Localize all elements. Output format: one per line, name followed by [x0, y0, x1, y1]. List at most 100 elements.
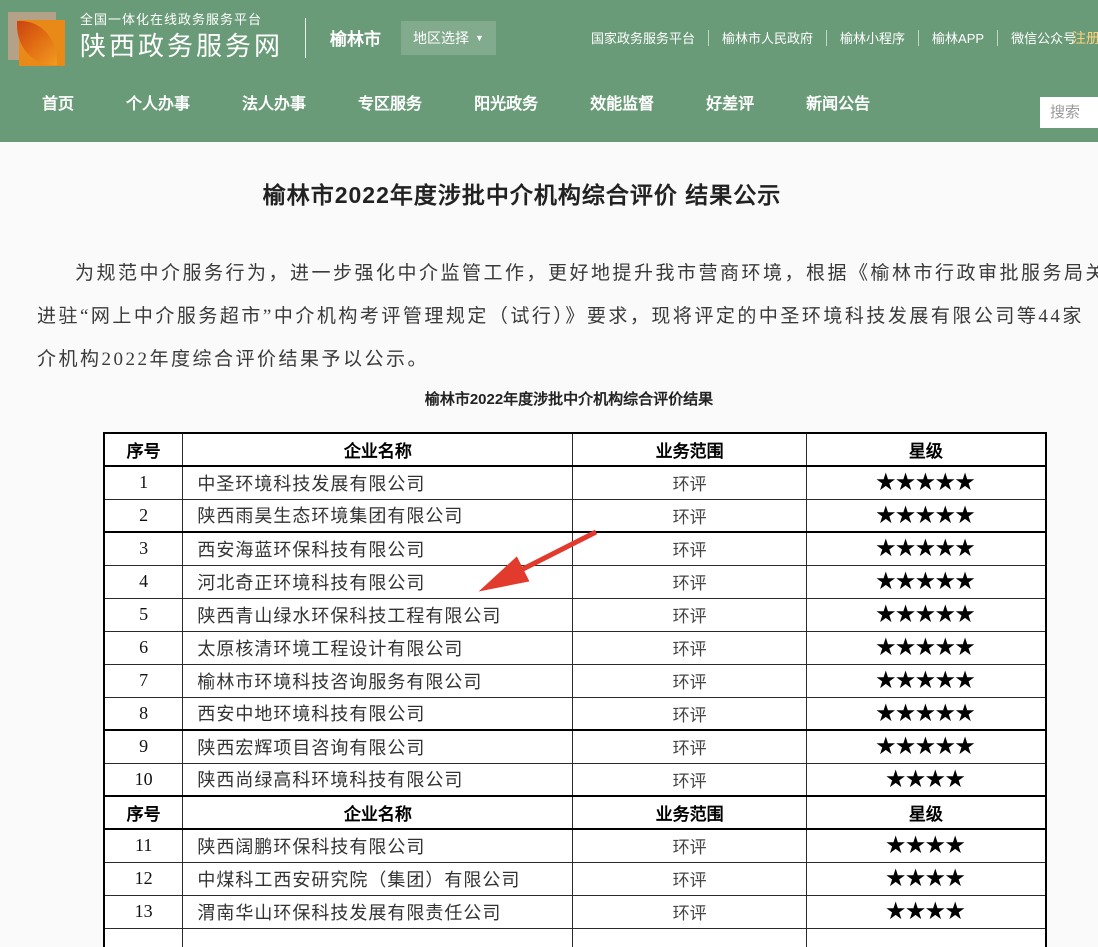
nav-item-首页[interactable]: 首页	[42, 90, 74, 114]
cell-name: 陕西雨昊生态环境集团有限公司	[183, 499, 573, 532]
cell-scope: 环评	[573, 532, 806, 565]
cell-scope	[573, 928, 806, 947]
nav-item-阳光政务[interactable]: 阳光政务	[474, 90, 538, 114]
column-header: 序号	[104, 796, 183, 829]
cell-stars: ★★★★	[806, 829, 1046, 862]
cell-name	[183, 928, 573, 947]
cell-stars: ★★★★★	[806, 499, 1046, 532]
nav-item-好差评[interactable]: 好差评	[706, 90, 754, 114]
platform-label: 全国一体化在线政务服务平台	[80, 12, 283, 28]
cell-stars: ★★★★★	[806, 631, 1046, 664]
cell-name: 中圣环境科技发展有限公司	[183, 466, 573, 499]
cell-scope: 环评	[573, 499, 806, 532]
nav-item-专区服务[interactable]: 专区服务	[358, 90, 422, 114]
cell-no: 11	[104, 829, 183, 862]
nav-item-效能监督[interactable]: 效能监督	[590, 90, 654, 114]
table-row: 9陕西宏辉项目咨询有限公司环评★★★★★	[104, 730, 1046, 763]
column-header: 序号	[104, 433, 183, 466]
cell-name: 太原核清环境工程设计有限公司	[183, 631, 573, 664]
table-header-row: 序号企业名称业务范围星级	[104, 433, 1046, 466]
cell-scope: 环评	[573, 730, 806, 763]
cell-stars: ★★★★★	[806, 664, 1046, 697]
cell-name: 西安海蓝环保科技有限公司	[183, 532, 573, 565]
table-row: 4河北奇正环境科技有限公司环评★★★★★	[104, 565, 1046, 598]
cell-no: 8	[104, 697, 183, 730]
nav-item-新闻公告[interactable]: 新闻公告	[806, 90, 870, 114]
region-selector-button[interactable]: 地区选择 ▼	[401, 21, 496, 55]
site-name: 陕西政务服务网	[80, 30, 283, 63]
results-table-body: 序号企业名称业务范围星级1中圣环境科技发展有限公司环评★★★★★2陕西雨昊生态环…	[104, 433, 1046, 947]
cell-no: 3	[104, 532, 183, 565]
top-link[interactable]: 榆林市人民政府	[709, 28, 826, 47]
cell-stars: ★★★★	[806, 895, 1046, 928]
table-header-row: 序号企业名称业务范围星级	[104, 796, 1046, 829]
column-header: 星级	[806, 796, 1046, 829]
table-row: 13渭南华山环保科技发展有限责任公司环评★★★★	[104, 895, 1046, 928]
cell-no: 4	[104, 565, 183, 598]
cell-name: 陕西青山绿水环保科技工程有限公司	[183, 598, 573, 631]
cell-scope: 环评	[573, 664, 806, 697]
cell-name: 西安中地环境科技有限公司	[183, 697, 573, 730]
current-city-label: 榆林市	[330, 25, 381, 50]
table-row: 3西安海蓝环保科技有限公司环评★★★★★	[104, 532, 1046, 565]
table-row: 1中圣环境科技发展有限公司环评★★★★★	[104, 466, 1046, 499]
cell-no: 9	[104, 730, 183, 763]
cell-no: 13	[104, 895, 183, 928]
results-table: 序号企业名称业务范围星级1中圣环境科技发展有限公司环评★★★★★2陕西雨昊生态环…	[103, 432, 1047, 947]
caret-down-icon: ▼	[475, 33, 484, 43]
table-row	[104, 928, 1046, 947]
cell-name: 渭南华山环保科技发展有限责任公司	[183, 895, 573, 928]
table-row: 2陕西雨昊生态环境集团有限公司环评★★★★★	[104, 499, 1046, 532]
cell-scope: 环评	[573, 565, 806, 598]
cell-scope: 环评	[573, 697, 806, 730]
cell-scope: 环评	[573, 862, 806, 895]
cell-stars	[806, 928, 1046, 947]
cell-no: 2	[104, 499, 183, 532]
cell-no: 6	[104, 631, 183, 664]
register-link[interactable]: 注册	[1072, 28, 1098, 48]
site-header: 全国一体化在线政务服务平台 陕西政务服务网 榆林市 地区选择 ▼ 国家政务服务平…	[0, 0, 1098, 142]
cell-no: 5	[104, 598, 183, 631]
cell-scope: 环评	[573, 466, 806, 499]
nav-item-个人办事[interactable]: 个人办事	[126, 90, 190, 114]
table-row: 12中煤科工西安研究院（集团）有限公司环评★★★★	[104, 862, 1046, 895]
cell-name: 陕西宏辉项目咨询有限公司	[183, 730, 573, 763]
table-row: 5陕西青山绿水环保科技工程有限公司环评★★★★★	[104, 598, 1046, 631]
cell-stars: ★★★★	[806, 763, 1046, 796]
cell-stars: ★★★★★	[806, 565, 1046, 598]
cell-stars: ★★★★★	[806, 697, 1046, 730]
cell-no: 7	[104, 664, 183, 697]
cell-scope: 环评	[573, 829, 806, 862]
header-divider	[305, 18, 306, 58]
column-header: 星级	[806, 433, 1046, 466]
cell-no: 1	[104, 466, 183, 499]
brand-text: 全国一体化在线政务服务平台 陕西政务服务网	[80, 12, 283, 63]
search-input[interactable]	[1040, 97, 1098, 128]
region-selector-label: 地区选择	[413, 28, 469, 48]
top-link[interactable]: 榆林小程序	[827, 28, 918, 47]
table-row: 7榆林市环境科技咨询服务有限公司环评★★★★★	[104, 664, 1046, 697]
page-title: 榆林市2022年度涉批中介机构综合评价 结果公示	[0, 176, 1044, 210]
cell-name: 榆林市环境科技咨询服务有限公司	[183, 664, 573, 697]
nav-item-法人办事[interactable]: 法人办事	[242, 90, 306, 114]
cell-stars: ★★★★★	[806, 532, 1046, 565]
table-row: 8西安中地环境科技有限公司环评★★★★★	[104, 697, 1046, 730]
top-link[interactable]: 国家政务服务平台	[578, 28, 708, 47]
table-row: 10陕西尚绿高科环境科技有限公司环评★★★★	[104, 763, 1046, 796]
cell-name: 陕西尚绿高科环境科技有限公司	[183, 763, 573, 796]
cell-stars: ★★★★	[806, 862, 1046, 895]
top-link[interactable]: 榆林APP	[919, 28, 997, 47]
cell-scope: 环评	[573, 895, 806, 928]
paragraph-line: 介机构2022年度综合评价结果予以公示。	[37, 344, 429, 371]
column-header: 业务范围	[573, 796, 806, 829]
column-header: 业务范围	[573, 433, 806, 466]
cell-scope: 环评	[573, 631, 806, 664]
site-logo[interactable]	[6, 7, 70, 69]
cell-scope: 环评	[573, 763, 806, 796]
cell-scope: 环评	[573, 598, 806, 631]
column-header: 企业名称	[183, 433, 573, 466]
cell-stars: ★★★★★	[806, 730, 1046, 763]
header-top-row: 全国一体化在线政务服务平台 陕西政务服务网 榆林市 地区选择 ▼ 国家政务服务平…	[0, 0, 1098, 75]
cell-no	[104, 928, 183, 947]
cell-no: 10	[104, 763, 183, 796]
